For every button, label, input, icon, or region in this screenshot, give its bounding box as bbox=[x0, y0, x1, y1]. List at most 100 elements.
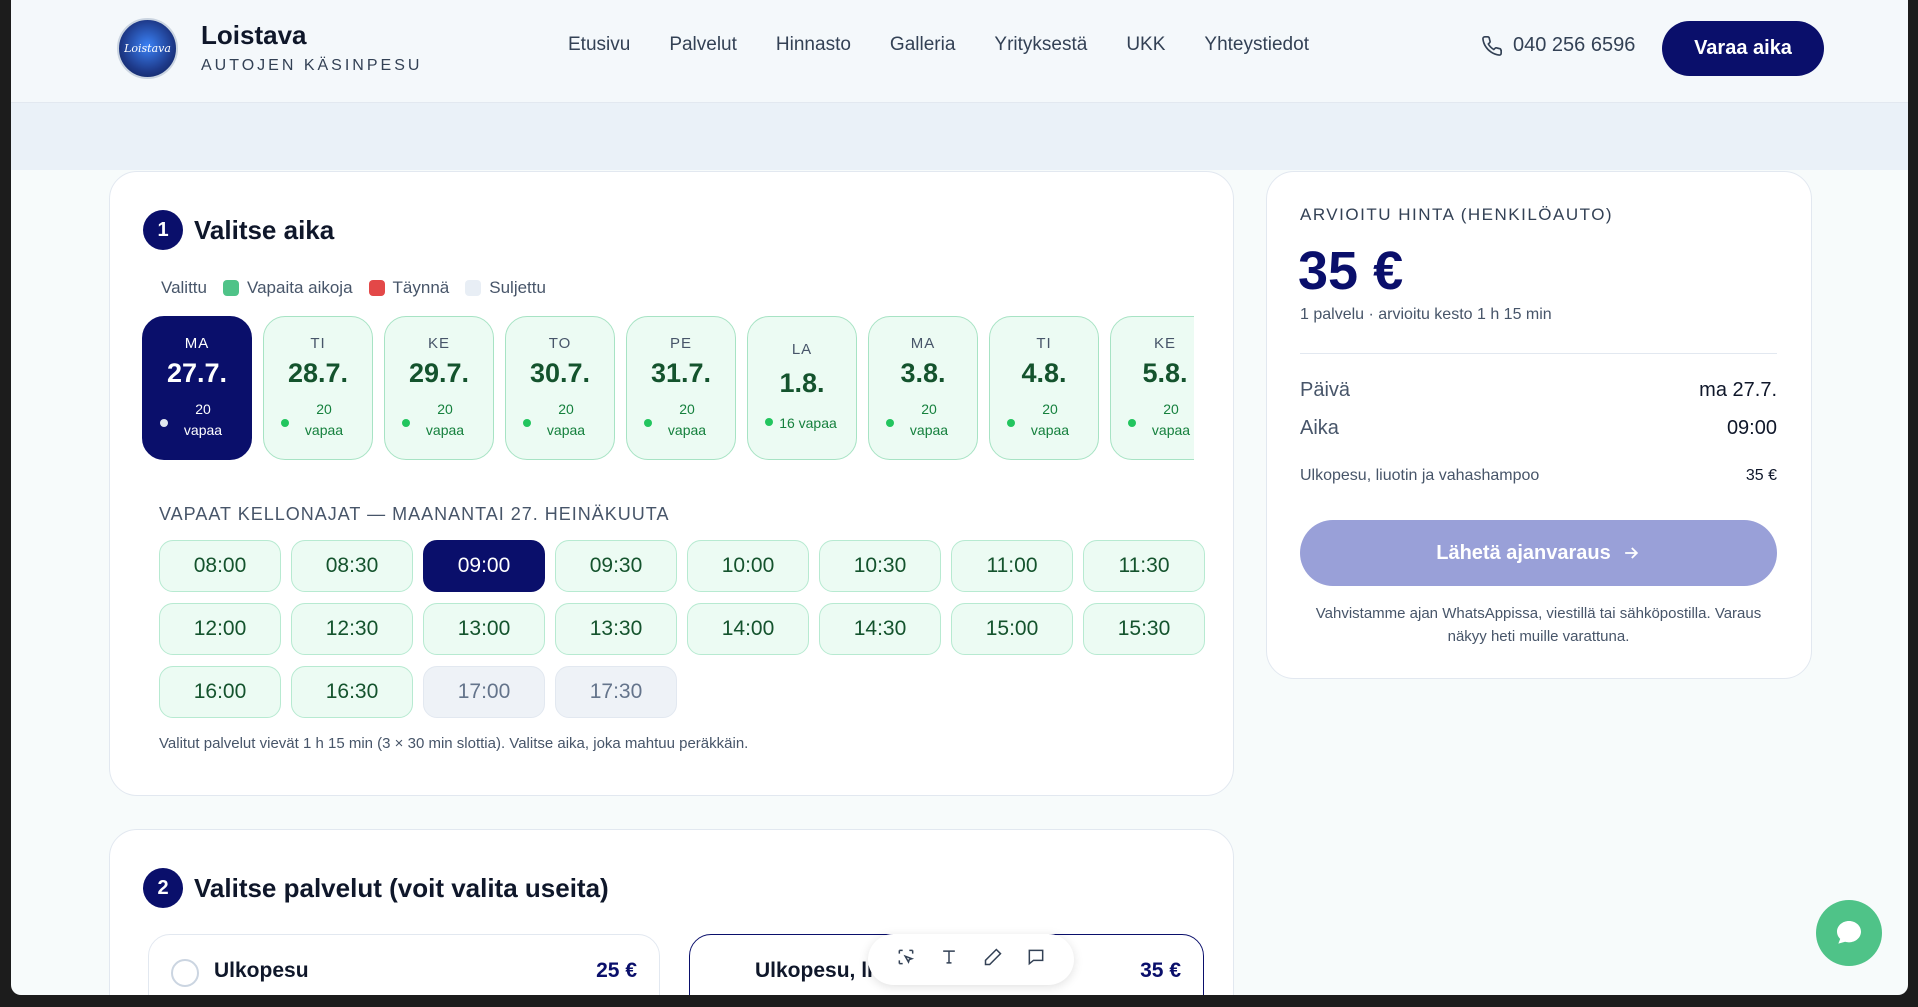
day-card[interactable]: LA 1.8. 16 vapaa bbox=[747, 316, 857, 460]
nav-palvelut[interactable]: Palvelut bbox=[669, 34, 737, 56]
availability-dot bbox=[886, 419, 894, 427]
legend-full-swatch bbox=[368, 280, 385, 296]
time-slot-closed: 17:30 bbox=[555, 666, 677, 718]
price-total: 35 € bbox=[1298, 241, 1404, 301]
day-date: 31.7. bbox=[650, 358, 712, 388]
chat-bubble-icon bbox=[1837, 921, 1861, 944]
service-radio[interactable] bbox=[171, 959, 199, 987]
step-title: Valitse aika bbox=[194, 214, 335, 245]
brand-tagline: AUTOJEN KÄSINPESU bbox=[201, 57, 423, 74]
calendar-legend: Valittu Vapaita aikoja Täynnä Suljettu bbox=[161, 278, 546, 298]
availability-dot bbox=[1007, 419, 1015, 427]
day-name: TO bbox=[548, 335, 572, 352]
time-slot[interactable]: 13:00 bbox=[423, 603, 545, 655]
time-slot-selected[interactable]: 09:00 bbox=[423, 540, 545, 592]
time-slot-closed: 17:00 bbox=[423, 666, 545, 718]
day-free: 16 vapaa bbox=[779, 415, 837, 431]
time-slot[interactable]: 10:00 bbox=[687, 540, 809, 592]
day-name: PE bbox=[669, 335, 692, 352]
day-card[interactable]: MA 3.8. 20 vapaa bbox=[868, 316, 978, 460]
submit-label: Lähetä ajanvaraus bbox=[1436, 541, 1611, 564]
logo[interactable]: Loistava bbox=[117, 18, 178, 79]
day-label: Päivä bbox=[1300, 379, 1351, 401]
time-selection-card: 1 Valitse aika Valittu Vapaita aikoja Tä… bbox=[109, 171, 1234, 796]
time-slot[interactable]: 11:30 bbox=[1083, 540, 1205, 592]
time-slot[interactable]: 14:00 bbox=[687, 603, 809, 655]
time-slot-grid: 08:00 08:30 09:00 09:30 10:00 10:30 11:0… bbox=[159, 540, 1207, 718]
nav-yrityksesta[interactable]: Yrityksestä bbox=[994, 34, 1087, 56]
site-header: Loistava Loistava AUTOJEN KÄSINPESU Etus… bbox=[11, 0, 1908, 103]
availability-dot bbox=[402, 419, 410, 427]
nav-galleria[interactable]: Galleria bbox=[890, 34, 955, 56]
day-card[interactable]: KE 29.7. 20 vapaa bbox=[384, 316, 494, 460]
text-icon[interactable] bbox=[939, 947, 959, 973]
browser-viewport: Loistava Loistava AUTOJEN KÄSINPESU Etus… bbox=[11, 0, 1908, 995]
summary-row-day: Päivä ma 27.7. bbox=[1300, 379, 1777, 402]
nav-hinnasto[interactable]: Hinnasto bbox=[776, 34, 851, 56]
day-card[interactable]: KE 5.8. 20 vapaa bbox=[1110, 316, 1194, 460]
day-name: TI bbox=[310, 335, 326, 352]
day-card[interactable]: PE 31.7. 20 vapaa bbox=[626, 316, 736, 460]
day-card[interactable]: TI 28.7. 20 vapaa bbox=[263, 316, 373, 460]
day-name: KE bbox=[427, 335, 450, 352]
day-free: 20 vapaa bbox=[304, 401, 344, 438]
nav-yhteystiedot[interactable]: Yhteystiedot bbox=[1204, 34, 1309, 56]
time-label: Aika bbox=[1300, 417, 1339, 439]
nav-etusivu[interactable]: Etusivu bbox=[568, 34, 630, 56]
divider bbox=[1300, 353, 1777, 354]
day-date: 1.8. bbox=[779, 368, 825, 398]
time-slot[interactable]: 11:00 bbox=[951, 540, 1073, 592]
availability-dot bbox=[523, 419, 531, 427]
day-date: 29.7. bbox=[408, 358, 470, 388]
select-icon[interactable] bbox=[896, 947, 916, 973]
time-slot[interactable]: 12:30 bbox=[291, 603, 413, 655]
price-label: ARVIOITU HINTA (HENKILÖAUTO) bbox=[1300, 205, 1614, 224]
time-slot[interactable]: 16:00 bbox=[159, 666, 281, 718]
day-free: 20 vapaa bbox=[183, 401, 223, 438]
day-name: TI bbox=[1036, 335, 1052, 352]
chat-button[interactable] bbox=[1816, 900, 1882, 966]
submit-booking-button[interactable]: Lähetä ajanvaraus bbox=[1300, 520, 1777, 586]
book-button[interactable]: Varaa aika bbox=[1662, 21, 1824, 76]
price-summary: 1 palvelu · arvioitu kesto 1 h 15 min bbox=[1300, 306, 1552, 323]
day-card[interactable]: TO 30.7. 20 vapaa bbox=[505, 316, 615, 460]
day-free: 20 vapaa bbox=[425, 401, 465, 438]
comment-icon[interactable] bbox=[1026, 947, 1046, 973]
availability-dot bbox=[1128, 419, 1136, 427]
arrow-right-icon bbox=[1624, 547, 1638, 559]
time-slot[interactable]: 09:30 bbox=[555, 540, 677, 592]
legend-selected: Valittu bbox=[161, 278, 207, 297]
day-card[interactable]: MA 27.7. 20 vapaa bbox=[142, 316, 252, 460]
day-free: 20 vapaa bbox=[1151, 401, 1191, 438]
nav-ukk[interactable]: UKK bbox=[1126, 34, 1165, 56]
service-option[interactable]: Ulkopesu 25 € bbox=[148, 934, 660, 995]
day-free: 20 vapaa bbox=[546, 401, 586, 438]
time-slot[interactable]: 08:30 bbox=[291, 540, 413, 592]
time-slot[interactable]: 14:30 bbox=[819, 603, 941, 655]
time-slot[interactable]: 08:00 bbox=[159, 540, 281, 592]
service-name: Ulkopesu, liu bbox=[755, 959, 886, 982]
hero-band bbox=[11, 103, 1908, 170]
step-number: 1 bbox=[143, 210, 183, 250]
time-slot[interactable]: 12:00 bbox=[159, 603, 281, 655]
day-name: KE bbox=[1153, 335, 1176, 352]
day-date: 5.8. bbox=[1142, 358, 1188, 388]
time-slot[interactable]: 13:30 bbox=[555, 603, 677, 655]
phone-number: 040 256 6596 bbox=[1513, 34, 1636, 56]
day-name: MA bbox=[910, 335, 936, 352]
day-picker: MA 27.7. 20 vapaa TI 28.7. 20 vapaa KE 29.… bbox=[142, 316, 1194, 478]
day-card[interactable]: TI 4.8. 20 vapaa bbox=[989, 316, 1099, 460]
time-slot[interactable]: 10:30 bbox=[819, 540, 941, 592]
time-slot[interactable]: 15:30 bbox=[1083, 603, 1205, 655]
legend-free: Vapaita aikoja bbox=[247, 278, 353, 297]
phone-link[interactable]: 040 256 6596 bbox=[1481, 34, 1635, 57]
day-name: LA bbox=[791, 341, 813, 358]
availability-dot bbox=[644, 419, 652, 427]
time-slot[interactable]: 15:00 bbox=[951, 603, 1073, 655]
time-slot[interactable]: 16:30 bbox=[291, 666, 413, 718]
availability-dot bbox=[281, 419, 289, 427]
pen-icon[interactable] bbox=[983, 947, 1003, 973]
summary-row-service: Ulkopesu, liuotin ja vahashampoo 35 € bbox=[1300, 467, 1777, 485]
step-number: 2 bbox=[143, 868, 183, 908]
service-price: 25 € bbox=[596, 959, 637, 982]
